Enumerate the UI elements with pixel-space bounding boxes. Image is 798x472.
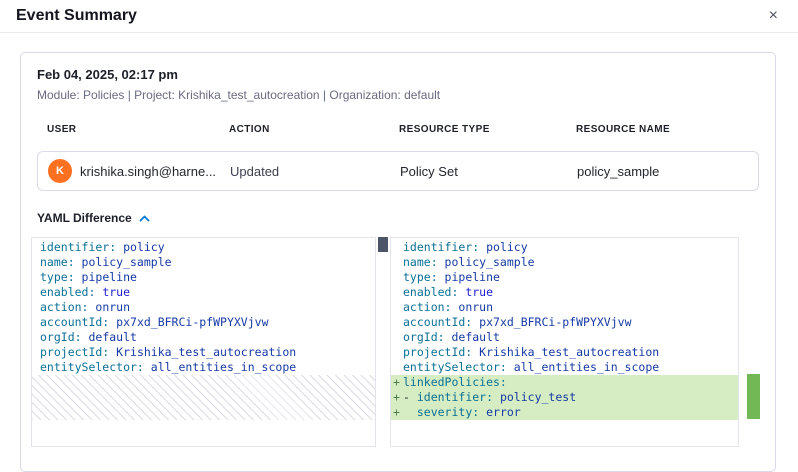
user-cell: K krishika.singh@harne... (48, 159, 230, 183)
user-email: krishika.singh@harne... (80, 164, 216, 179)
event-summary-modal: Event Summary × Feb 04, 2025, 02:17 pm M… (0, 0, 798, 33)
yaml-diff-viewer: identifier: policyname: policy_sampletyp… (31, 237, 763, 447)
close-button[interactable]: × (765, 6, 782, 26)
diff-line: entitySelector: all_entities_in_scope (32, 360, 375, 375)
diff-line: action: onrun (32, 300, 375, 315)
yaml-difference-label: YAML Difference (37, 211, 132, 225)
diff-line: name: policy_sample (391, 255, 738, 270)
diff-line: entitySelector: all_entities_in_scope (391, 360, 738, 375)
diff-line: projectId: Krishika_test_autocreation (391, 345, 738, 360)
diff-gutter (376, 237, 390, 447)
diff-line: projectId: Krishika_test_autocreation (32, 345, 375, 360)
diff-pane-modified[interactable]: identifier: policyname: policy_sampletyp… (390, 237, 739, 447)
event-timestamp: Feb 04, 2025, 02:17 pm (37, 67, 759, 82)
diff-line: type: pipeline (32, 270, 375, 285)
diff-line: orgId: default (32, 330, 375, 345)
resource-type-cell: Policy Set (400, 164, 577, 179)
avatar: K (48, 159, 72, 183)
chevron-up-icon (139, 215, 150, 222)
audit-table-header: USER ACTION RESOURCE TYPE RESOURCE NAME (37, 124, 759, 135)
diff-added-marker (747, 374, 760, 419)
diff-filler-block (32, 375, 375, 420)
diff-sash[interactable] (378, 237, 388, 252)
column-header-action: ACTION (229, 124, 399, 135)
resource-name-cell: policy_sample (577, 164, 748, 179)
column-header-resource-name: RESOURCE NAME (576, 124, 749, 135)
diff-add-marker: + (393, 375, 400, 390)
collapse-button[interactable] (139, 215, 150, 222)
diff-line-added: + severity: error (391, 405, 738, 420)
diff-line: name: policy_sample (32, 255, 375, 270)
diff-line-added: +linkedPolicies: (391, 375, 738, 390)
close-icon: × (769, 7, 778, 24)
diff-line: enabled: true (391, 285, 738, 300)
diff-line: accountId: px7xd_BFRCi-pfWPYXVjvw (32, 315, 375, 330)
diff-line: accountId: px7xd_BFRCi-pfWPYXVjvw (391, 315, 738, 330)
modal-header: Event Summary × (0, 0, 798, 33)
diff-line: type: pipeline (391, 270, 738, 285)
diff-overview-ruler[interactable] (739, 237, 763, 447)
yaml-difference-header: YAML Difference (37, 211, 759, 225)
diff-line: orgId: default (391, 330, 738, 345)
audit-row: K krishika.singh@harne... Updated Policy… (37, 151, 759, 191)
diff-line: identifier: policy (391, 240, 738, 255)
diff-line-added: +- identifier: policy_test (391, 390, 738, 405)
action-cell: Updated (230, 164, 400, 179)
column-header-resource-type: RESOURCE TYPE (399, 124, 576, 135)
diff-add-marker: + (393, 405, 400, 420)
event-card: Feb 04, 2025, 02:17 pm Module: Policies … (20, 52, 776, 472)
page-title: Event Summary (16, 7, 137, 25)
diff-line: enabled: true (32, 285, 375, 300)
diff-pane-original[interactable]: identifier: policyname: policy_sampletyp… (31, 237, 376, 447)
diff-line: identifier: policy (32, 240, 375, 255)
diff-line: action: onrun (391, 300, 738, 315)
column-header-user: USER (47, 124, 229, 135)
event-meta: Module: Policies | Project: Krishika_tes… (37, 88, 759, 102)
diff-add-marker: + (393, 390, 400, 405)
